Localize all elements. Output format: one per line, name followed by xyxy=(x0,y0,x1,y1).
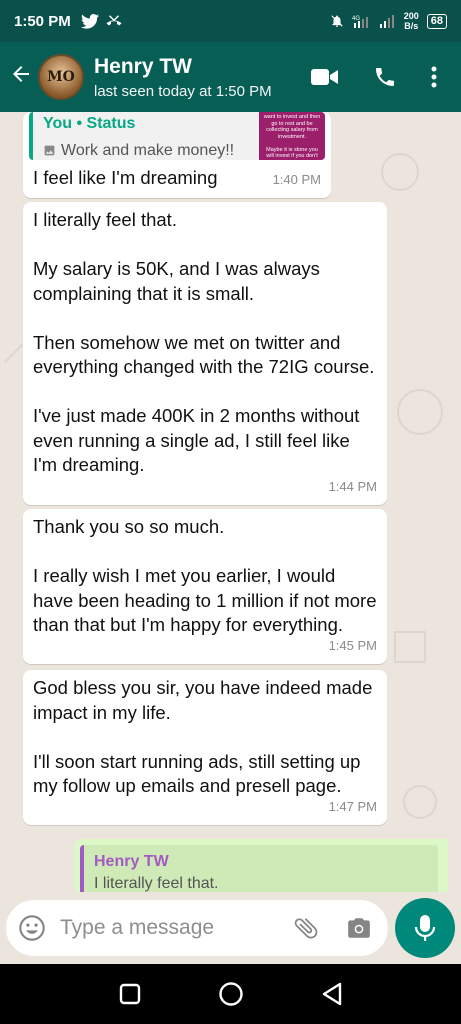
message-bubble-incoming[interactable]: I literally feel that. My salary is 50K,… xyxy=(23,202,387,505)
status-thumbnail: want to invest and then go to rest and b… xyxy=(259,112,325,160)
image-icon xyxy=(44,145,55,156)
signal-4g-icon: 4G xyxy=(352,16,368,28)
reply-quote-text: Work and make money!! xyxy=(61,141,235,159)
message-input-field[interactable]: Type a message xyxy=(6,900,388,956)
message-text: God bless you sir, you have indeed made … xyxy=(33,677,373,796)
missed-call-icon xyxy=(106,15,122,26)
reply-quote-text: I literally feel that. xyxy=(94,875,219,892)
message-time: 1:44 PM xyxy=(328,478,377,494)
reply-quote[interactable]: Henry TW I literally feel that. xyxy=(80,845,438,892)
message-bubble-outgoing[interactable]: Henry TW I literally feel that. xyxy=(74,839,448,892)
status-time: 1:50 PM xyxy=(14,12,71,30)
message-text: Thank you so so much. I really wish I me… xyxy=(33,516,377,635)
home-icon[interactable] xyxy=(218,981,244,1007)
avatar[interactable]: MO xyxy=(38,54,84,100)
message-time: 1:45 PM xyxy=(328,637,377,653)
message-bubble-incoming[interactable]: God bless you sir, you have indeed made … xyxy=(23,670,387,825)
net-speed: 200 B/s xyxy=(403,11,419,31)
recent-apps-icon[interactable] xyxy=(119,983,141,1005)
mic-button[interactable] xyxy=(395,898,455,958)
reply-quote-title: Henry TW xyxy=(94,853,169,870)
battery-indicator: 68 xyxy=(426,13,447,29)
attach-icon[interactable] xyxy=(292,914,320,942)
message-bubble-incoming[interactable]: Thank you so so much. I really wish I me… xyxy=(23,509,387,664)
signal-icon xyxy=(379,15,394,28)
last-seen: last seen today at 1:50 PM xyxy=(94,82,272,100)
camera-icon[interactable] xyxy=(346,916,372,940)
system-nav-bar xyxy=(0,964,461,1024)
mute-icon xyxy=(331,15,343,27)
message-time: 1:47 PM xyxy=(328,798,377,814)
back-nav-icon[interactable] xyxy=(321,982,343,1006)
video-call-icon[interactable] xyxy=(311,67,339,87)
contact-name: Henry TW xyxy=(94,54,193,78)
voice-call-icon[interactable] xyxy=(373,65,397,89)
mic-icon xyxy=(414,915,436,941)
message-input-placeholder: Type a message xyxy=(60,916,215,939)
message-input-bar: Type a message xyxy=(0,892,461,964)
message-text: I literally feel that. My salary is 50K,… xyxy=(33,209,375,475)
more-options-icon[interactable] xyxy=(431,66,437,88)
emoji-icon[interactable] xyxy=(18,914,46,942)
back-arrow-icon[interactable] xyxy=(4,62,38,93)
chat-area[interactable]: You • Status Work and make money!! want … xyxy=(0,112,461,892)
status-bar: 1:50 PM 4G 200 B/s 68 xyxy=(0,0,461,42)
twitter-icon xyxy=(80,13,99,29)
contact-info[interactable]: Henry TW last seen today at 1:50 PM xyxy=(94,55,272,100)
reply-quote[interactable]: You • Status Work and make money!! want … xyxy=(29,112,325,160)
chat-header: MO Henry TW last seen today at 1:50 PM xyxy=(0,42,461,112)
message-time: 1:40 PM xyxy=(272,171,321,187)
message-bubble-incoming[interactable]: You • Status Work and make money!! want … xyxy=(23,112,331,198)
